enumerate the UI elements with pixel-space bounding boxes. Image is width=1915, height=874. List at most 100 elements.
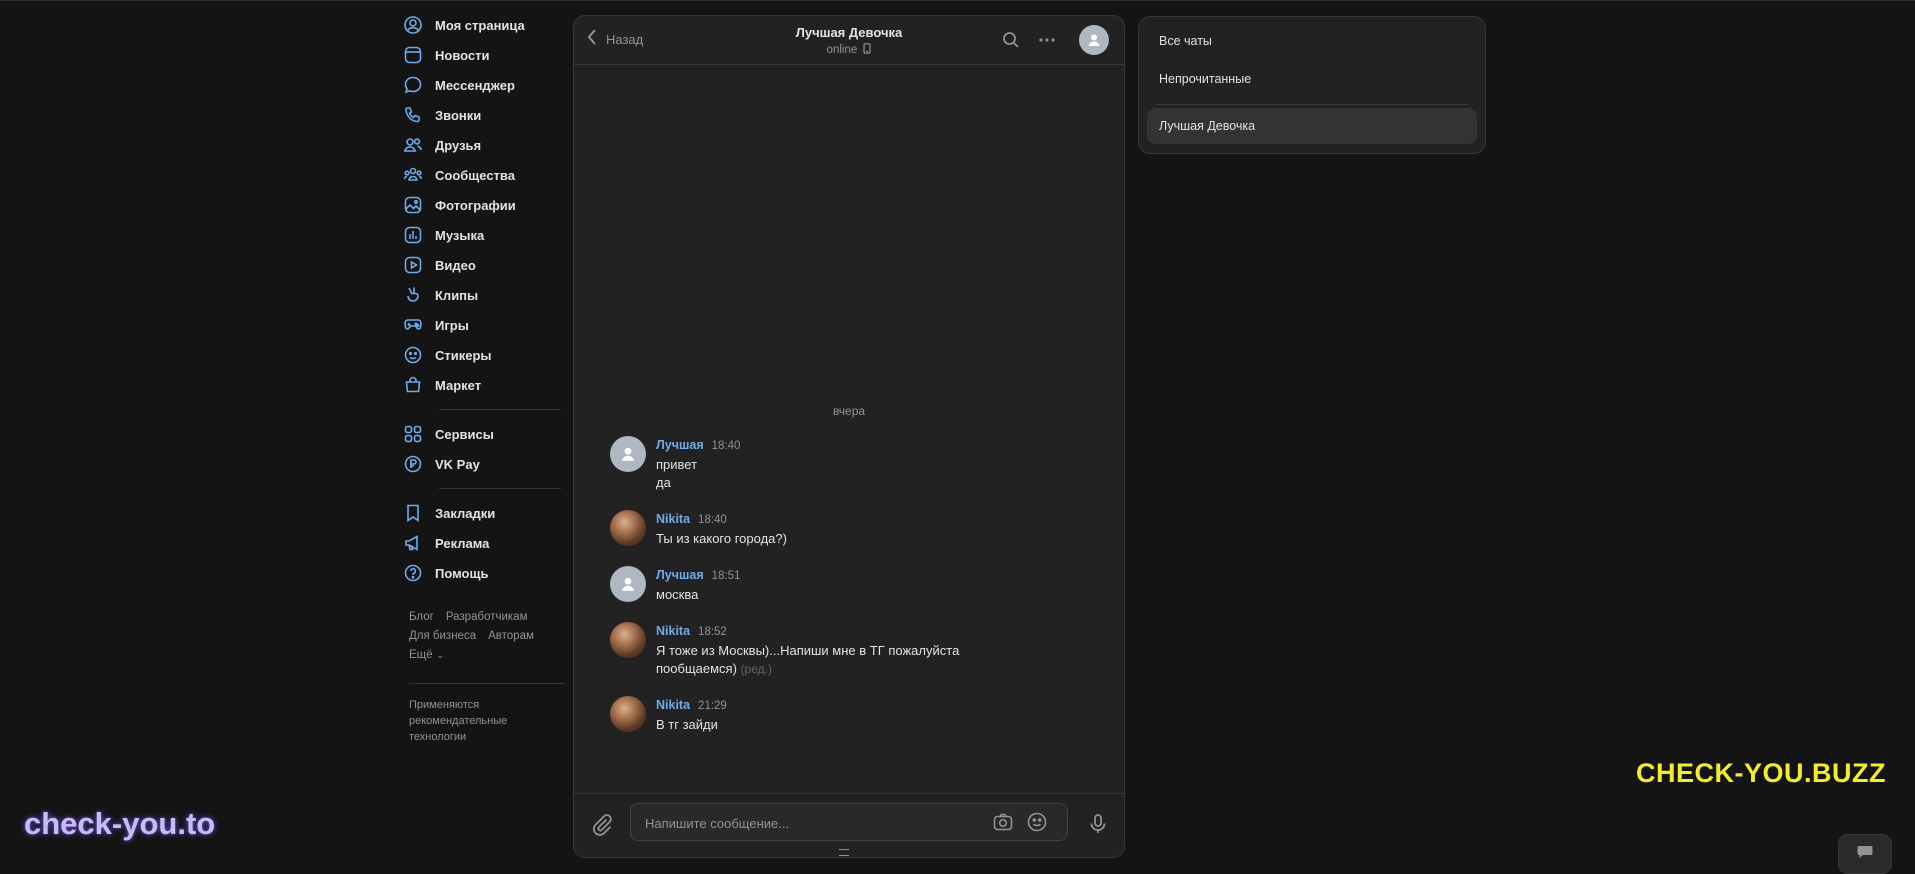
avatar[interactable] [610, 510, 646, 546]
nav-item-label: Мессенджер [435, 77, 515, 93]
chat-avatar[interactable] [1079, 25, 1109, 55]
nav-item-services[interactable]: Сервисы [403, 419, 563, 449]
footer-divider [409, 683, 565, 684]
folder-unread[interactable]: Непрочитанные [1147, 61, 1477, 97]
nav-item-calls[interactable]: Звонки [403, 100, 563, 130]
message-time: 21:29 [698, 700, 727, 712]
footer-link-business[interactable]: Для бизнеса [409, 630, 476, 642]
nav-item-bookmarks[interactable]: Закладки [403, 498, 563, 528]
chevron-down-icon: ⌄ [436, 650, 445, 660]
nav-item-label: Реклама [435, 535, 490, 551]
nav-item-communities[interactable]: Сообщества [403, 160, 563, 190]
nav-item-label: Фотографии [435, 197, 516, 213]
message-author[interactable]: Лучшая 18:51 [656, 568, 740, 582]
nav-item-label: VK Pay [435, 456, 480, 472]
news-icon [403, 45, 423, 65]
nav-item-games[interactable]: Игры [403, 310, 563, 340]
camera-icon[interactable] [992, 811, 1014, 833]
gamepad-icon [403, 315, 423, 335]
chat-bubble-icon [1857, 845, 1873, 864]
nav-item-friends[interactable]: Друзья [403, 130, 563, 160]
footer-link-more[interactable]: Ещё ⌄ [409, 649, 444, 661]
folder-divider [1155, 104, 1469, 105]
clips-icon [403, 285, 423, 305]
nav-item-label: Музыка [435, 227, 485, 243]
message-author[interactable]: Лучшая 18:40 [656, 438, 740, 452]
nav-item-clips[interactable]: Клипы [403, 280, 563, 310]
top-border [0, 0, 1915, 1]
watermark-right: CHECK-YOU.BUZZ [1636, 758, 1886, 788]
author-name: Лучшая [656, 568, 704, 582]
nav-item-music[interactable]: Музыка [403, 220, 563, 250]
nav-item-photos[interactable]: Фотографии [403, 190, 563, 220]
footer-link-authors[interactable]: Авторам [488, 630, 534, 642]
message-line: да [656, 475, 671, 490]
nav-item-my-page[interactable]: Моя страница [403, 10, 563, 40]
message-composer [574, 793, 1124, 857]
nav-item-label: Друзья [435, 137, 482, 153]
more-options-icon[interactable] [1037, 30, 1057, 50]
resize-handle[interactable] [839, 849, 849, 856]
author-name: Лучшая [656, 438, 704, 452]
nav-item-video[interactable]: Видео [403, 250, 563, 280]
music-icon [403, 225, 423, 245]
message-author[interactable]: Nikita 18:40 [656, 512, 727, 526]
edited-marker: (ред.) [740, 662, 772, 676]
watermark-left: check-you.to [24, 806, 216, 841]
search-icon[interactable] [1001, 30, 1021, 50]
message-line: В тг зайди [656, 717, 718, 732]
market-bag-icon [403, 375, 423, 395]
chat-header: Назад Лучшая Девочка online [574, 16, 1124, 65]
nav-item-stickers[interactable]: Стикеры [403, 340, 563, 370]
microphone-icon[interactable] [1086, 812, 1110, 836]
message-input[interactable] [643, 804, 987, 842]
nav-item-help[interactable]: Помощь [403, 558, 563, 588]
chat-launcher-button[interactable] [1838, 834, 1892, 874]
nav-item-news[interactable]: Новости [403, 40, 563, 70]
paperclip-icon[interactable] [590, 812, 614, 836]
avatar[interactable] [610, 566, 646, 602]
video-icon [403, 255, 423, 275]
chat-panel: Назад Лучшая Девочка online вчера Лучшая… [573, 15, 1125, 858]
avatar[interactable] [610, 436, 646, 472]
user-circle-icon [403, 15, 423, 35]
nav-item-label: Новости [435, 47, 490, 63]
footer-link-developers[interactable]: Разработчикам [446, 611, 528, 623]
nav-item-ads[interactable]: Реклама [403, 528, 563, 558]
emoji-icon[interactable] [1026, 811, 1048, 833]
nav-divider [439, 488, 561, 489]
nav-item-label: Звонки [435, 107, 482, 123]
message-text: В тг зайди [656, 716, 1036, 734]
footer-links: Блог Разработчикам Для бизнеса Авторам Ещё… [409, 608, 569, 665]
nav-divider [439, 409, 561, 410]
nav-item-messenger[interactable]: Мессенджер [403, 70, 563, 100]
avatar[interactable] [610, 622, 646, 658]
message-line: москва [656, 587, 699, 602]
nav-item-label: Помощь [435, 565, 489, 581]
sticker-icon [403, 345, 423, 365]
nav-item-vkpay[interactable]: VK Pay [403, 449, 563, 479]
nav-item-label: Видео [435, 257, 476, 273]
nav-item-label: Сервисы [435, 426, 494, 442]
folder-current-chat[interactable]: Лучшая Девочка [1147, 108, 1477, 144]
help-icon [403, 563, 423, 583]
footer-link-more-label: Ещё [409, 649, 433, 661]
footer-link-blog[interactable]: Блог [409, 611, 434, 623]
nav-item-market[interactable]: Маркет [403, 370, 563, 400]
author-name: Nikita [656, 624, 691, 638]
message-input-wrapper [630, 803, 1068, 842]
friends-icon [403, 135, 423, 155]
message-text: Ты из какого города?) [656, 530, 1036, 548]
communities-icon [403, 165, 423, 185]
nav-item-label: Моя страница [435, 17, 525, 33]
message-author[interactable]: Nikita 21:29 [656, 698, 727, 712]
folder-label: Все чаты [1159, 34, 1212, 48]
message-author[interactable]: Nikita 18:52 [656, 624, 727, 638]
message-icon [403, 75, 423, 95]
message-line: Ты из какого города?) [656, 531, 787, 546]
vkpay-icon [403, 454, 423, 474]
avatar[interactable] [610, 696, 646, 732]
mobile-device-icon [860, 43, 872, 56]
message-text: москва [656, 586, 1036, 604]
folder-all-chats[interactable]: Все чаты [1147, 23, 1477, 59]
